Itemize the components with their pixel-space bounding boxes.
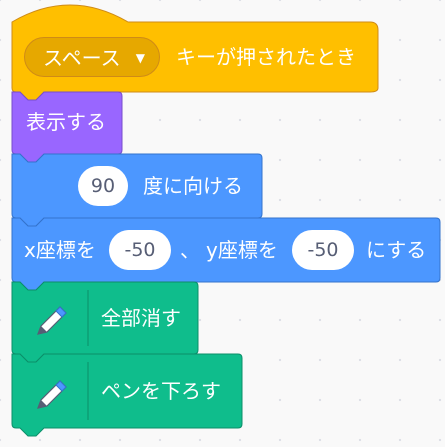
key-dropdown[interactable]: スペース ▼ [24, 37, 160, 77]
when-key-pressed-label: キーが押されたとき [176, 45, 356, 69]
go-to-xy-suffix: にする [366, 238, 427, 262]
pen-icon [37, 306, 67, 335]
dropdown-arrow-icon: ▼ [135, 51, 145, 65]
show-label: 表示する [26, 110, 106, 134]
point-direction-label: 度に向ける [143, 174, 243, 198]
y-input[interactable]: -50 [292, 230, 354, 270]
key-option-label: スペース [43, 46, 121, 70]
pen-down-label: ペンを下ろす [101, 379, 221, 403]
y-label: y座標を [206, 238, 278, 262]
direction-input[interactable]: 90 [78, 166, 128, 206]
separator-label: 、 [180, 238, 200, 262]
erase-all-label: 全部消す [101, 306, 181, 330]
x-input[interactable]: -50 [109, 230, 171, 270]
x-label: x座標を [24, 238, 96, 262]
pen-icon [37, 380, 67, 409]
